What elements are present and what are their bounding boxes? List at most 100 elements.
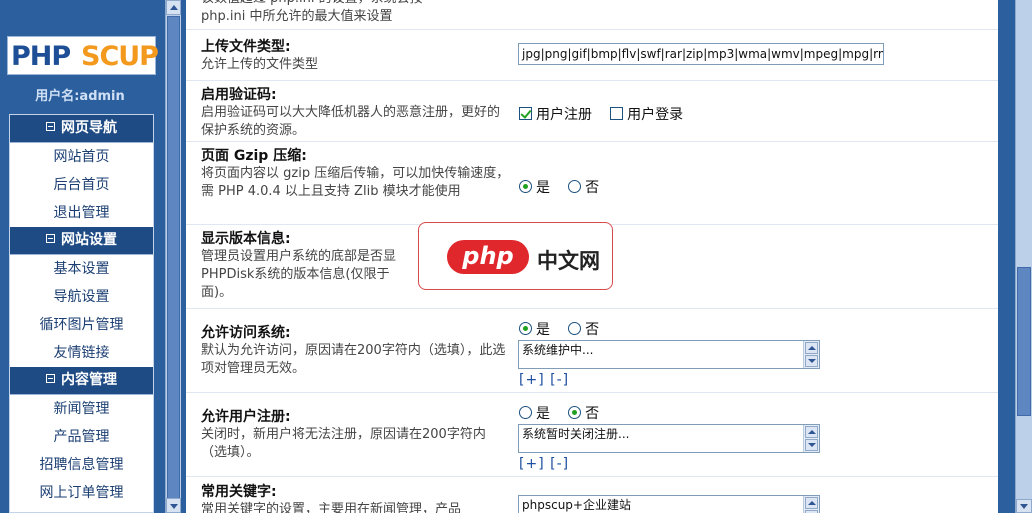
setting-desc: 默认为允许访问，原因请在200字符内（选填），此选项对管理员无效。 (201, 343, 506, 376)
textarea-scrollbar[interactable] (803, 496, 819, 513)
scrollbar-thumb[interactable] (167, 16, 180, 513)
textarea-scrollbar[interactable] (803, 341, 819, 368)
option-label: 否 (585, 180, 600, 196)
access-yes-option[interactable]: 是 (519, 322, 550, 338)
setting-title: 允许访问系统: (201, 325, 291, 341)
register-no-option[interactable]: 否 (568, 406, 599, 422)
access-no-radio[interactable] (568, 322, 582, 335)
setting-desc: 允许上传的文件类型 (201, 57, 319, 72)
scroll-up-arrow-icon[interactable] (805, 497, 818, 509)
setting-desc: 启用验证码可以大大降低机器人的恶意注册，更好的保护系统的资源。 (201, 105, 501, 138)
menu-group-header-content[interactable]: 内容管理 (10, 367, 153, 395)
upload-types-input[interactable]: jpg|png|gif|bmp|flv|swf|rar|zip|mp3|wma|… (518, 43, 884, 65)
gzip-no-radio[interactable] (568, 180, 582, 193)
textarea-value: phpscup+企业建站 (522, 498, 631, 512)
sidebar-item-friend-links[interactable]: 友情链接 (10, 339, 153, 367)
captcha-register-checkbox[interactable] (519, 107, 532, 120)
logo-text-php: PHP (11, 41, 71, 72)
textarea-value: 系统维护中... (522, 343, 594, 357)
sidebar-scrollbar[interactable] (165, 0, 181, 513)
captcha-register-option[interactable]: 用户注册 (519, 107, 592, 123)
settings-row-upload-types: 上传文件类型: 允许上传的文件类型 jpg|png|gif|bmp|flv|sw… (186, 30, 998, 81)
textarea-scrollbar[interactable] (803, 425, 819, 452)
scroll-down-arrow-icon[interactable] (1016, 499, 1032, 513)
setting-title: 常用关键字: (201, 484, 277, 500)
setting-title: 允许用户注册: (201, 409, 291, 425)
sidebar-item-admin-home[interactable]: 后台首页 (10, 171, 153, 199)
sidebar-item-logout[interactable]: 退出管理 (10, 199, 153, 227)
expand-textarea-button[interactable]: [+] (519, 456, 545, 472)
settings-row-upload-size: 该数值超过 php.ini 的设置，系统会按 php.ini 中所允许的最大值来… (186, 0, 998, 30)
settings-row-captcha: 启用验证码: 启用验证码可以大大降低机器人的恶意注册，更好的保护系统的资源。 用… (186, 81, 998, 142)
username-label: 用户名:admin (35, 89, 125, 104)
watermark-text: 中文网 (537, 249, 600, 273)
setting-desc: 将页面内容以 gzip 压缩后传输，可以加快传输速度，需 PHP 4.0.4 以… (201, 166, 510, 199)
menu-group-title: 网页导航 (61, 120, 117, 136)
sidebar-item-nav-settings[interactable]: 导航设置 (10, 283, 153, 311)
scroll-down-arrow-icon[interactable] (166, 498, 181, 513)
phpscup-logo: PHP SCUP (7, 36, 159, 75)
setting-desc: 关闭时，新用户将无法注册，原因请在200字符内（选填）。 (201, 427, 486, 460)
logo-text-scup: SCUP (81, 41, 159, 72)
option-label: 否 (585, 406, 600, 422)
scroll-up-arrow-icon[interactable] (805, 426, 818, 438)
menu-group-title: 网站设置 (61, 232, 117, 248)
shrink-textarea-button[interactable]: [-] (550, 372, 569, 388)
option-label: 用户登录 (627, 107, 684, 123)
menu-group-title: 内容管理 (61, 372, 117, 388)
watermark-php-badge: php (447, 240, 529, 274)
sidebar-item-products[interactable]: 产品管理 (10, 423, 153, 451)
settings-row-gzip: 页面 Gzip 压缩: 将页面内容以 gzip 压缩后传输，可以加快传输速度，需… (186, 142, 998, 225)
option-label: 是 (536, 180, 550, 196)
register-reason-textarea[interactable]: 系统暂时关闭注册... (518, 424, 820, 453)
textarea-value: 系统暂时关闭注册... (522, 427, 630, 441)
settings-row-allow-access: 允许访问系统: 默认为允许访问，原因请在200字符内（选填），此选项对管理员无效… (186, 309, 998, 393)
shrink-textarea-button[interactable]: [-] (550, 456, 569, 472)
setting-desc: 该数值超过 php.ini 的设置，系统会按 (201, 0, 511, 8)
collapse-icon (46, 234, 55, 243)
option-label: 是 (536, 322, 550, 338)
sidebar-item-basic-settings[interactable]: 基本设置 (10, 255, 153, 283)
settings-row-allow-register: 允许用户注册: 关闭时，新用户将无法注册，原因请在200字符内（选填）。 是 否… (186, 393, 998, 477)
setting-desc: 常用关键字的设置，主要用在新闻管理，产品 (201, 502, 462, 513)
access-reason-textarea[interactable]: 系统维护中... (518, 340, 820, 369)
scroll-up-arrow-icon[interactable] (805, 342, 818, 354)
main-scrollbar[interactable] (1015, 0, 1032, 513)
access-yes-radio[interactable] (519, 322, 532, 335)
captcha-login-checkbox[interactable] (610, 107, 624, 120)
access-no-option[interactable]: 否 (568, 322, 599, 338)
sidebar-item-site-home[interactable]: 网站首页 (10, 143, 153, 171)
php-cn-watermark: php 中文网 (418, 222, 613, 290)
scroll-down-arrow-icon[interactable] (805, 355, 818, 367)
register-no-radio[interactable] (568, 406, 582, 419)
captcha-login-option[interactable]: 用户登录 (610, 107, 683, 123)
gzip-yes-radio[interactable] (519, 180, 532, 193)
setting-title: 页面 Gzip 压缩: (201, 148, 307, 164)
option-label: 是 (536, 406, 550, 422)
scrollbar-thumb[interactable] (1017, 267, 1031, 416)
sidebar-item-orders[interactable]: 网上订单管理 (10, 479, 153, 507)
setting-desc: php.ini 中所允许的最大值来设置 (201, 9, 393, 24)
collapse-icon (46, 374, 55, 383)
option-label: 用户注册 (536, 107, 592, 123)
sidebar-item-jobs[interactable]: 招聘信息管理 (10, 451, 153, 479)
collapse-icon (46, 122, 55, 131)
scroll-down-arrow-icon[interactable] (805, 439, 818, 451)
settings-row-keywords: 常用关键字: 常用关键字的设置，主要用在新闻管理，产品 phpscup+企业建站 (186, 477, 998, 513)
setting-title: 上传文件类型: (201, 39, 291, 55)
sidebar-menu: 网页导航 网站首页 后台首页 退出管理 网站设置 基本设置 导航设置 循环图片管… (9, 114, 154, 513)
keywords-textarea[interactable]: phpscup+企业建站 (518, 495, 820, 513)
menu-group-header-site-settings[interactable]: 网站设置 (10, 227, 153, 255)
menu-group-header-nav[interactable]: 网页导航 (10, 115, 153, 143)
gzip-yes-option[interactable]: 是 (519, 180, 550, 196)
register-yes-radio[interactable] (519, 406, 532, 419)
gzip-no-option[interactable]: 否 (568, 180, 599, 196)
left-sidebar: PHP SCUP 用户名:admin 网页导航 网站首页 后台首页 退出管理 网… (0, 0, 183, 513)
sidebar-item-carousel[interactable]: 循环图片管理 (10, 311, 153, 339)
scroll-up-arrow-icon[interactable] (166, 0, 181, 15)
register-yes-option[interactable]: 是 (519, 406, 550, 422)
option-label: 否 (585, 322, 600, 338)
expand-textarea-button[interactable]: [+] (519, 372, 545, 388)
setting-title: 启用验证码: (201, 87, 277, 103)
sidebar-item-news[interactable]: 新闻管理 (10, 395, 153, 423)
